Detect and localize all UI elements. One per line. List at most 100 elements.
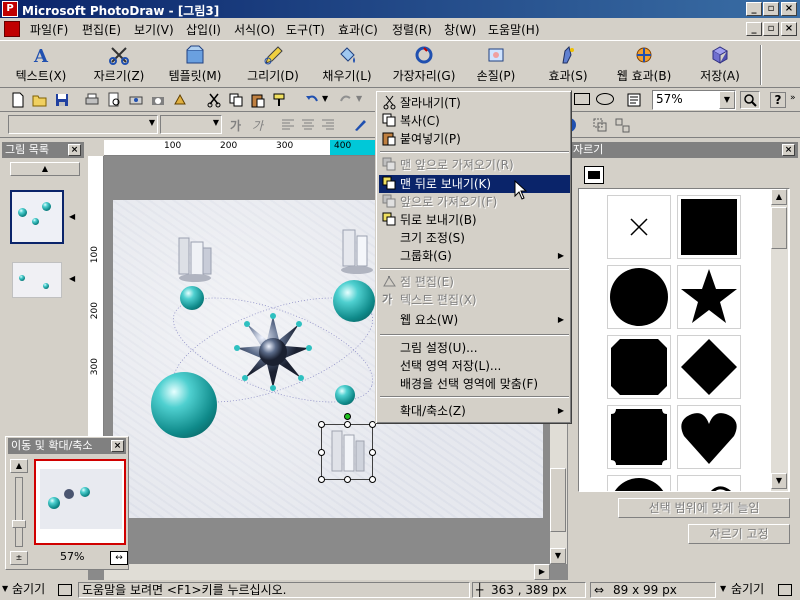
ctx-picture-setup[interactable]: 그림 설정(U)... [379, 339, 570, 357]
crop-shape-cell[interactable] [607, 195, 671, 259]
menu-view[interactable]: 보기(V) [134, 21, 174, 38]
font-name-combo[interactable]: ▼ [8, 115, 158, 134]
crop-shape-tab[interactable] [584, 166, 604, 184]
pen-icon[interactable] [352, 117, 368, 133]
cyan-sphere-medium[interactable] [333, 280, 375, 322]
menu-file[interactable]: 파일(F) [30, 21, 68, 38]
draw-tool-button[interactable]: 그리기(D) [238, 43, 308, 87]
cut-icon[interactable] [206, 92, 222, 108]
ctx-edit-points[interactable]: 점 편집(E) [379, 273, 570, 291]
minimize-button[interactable]: _ [746, 2, 762, 16]
maximize-button[interactable]: ▫ [763, 2, 779, 16]
bold-icon[interactable]: 가 [230, 117, 241, 134]
crop-shape-cell[interactable] [677, 405, 741, 469]
font-size-dropdown-icon[interactable]: ▼ [213, 118, 219, 127]
cosmetic-bottles-image[interactable] [173, 236, 217, 284]
rotate-handle[interactable] [344, 413, 351, 420]
menu-insert[interactable]: 삽입(I) [186, 21, 221, 38]
ctx-web-element[interactable]: 웹 요소(W) ▶ [379, 311, 570, 329]
paste-icon[interactable] [250, 92, 266, 108]
resize-handle[interactable] [369, 449, 376, 456]
gallery-scroll-up[interactable]: ▲ [771, 189, 787, 205]
text-tool-button[interactable]: A 텍스트(X) [6, 43, 76, 87]
lock-crop-button[interactable]: 자르기 고정 [688, 524, 790, 544]
thumbnail-1-arrow-icon[interactable]: ◀ [69, 212, 75, 221]
hide-right-button[interactable]: 숨기기 [731, 582, 764, 598]
photodraw-app-icon[interactable]: P [2, 1, 18, 17]
effects-tool-button[interactable]: 효과(S) [540, 43, 596, 87]
doc-minimize-button[interactable]: _ [746, 22, 762, 36]
menu-format[interactable]: 서식(O) [234, 21, 275, 38]
zoom-dropdown-icon[interactable]: ▼ [719, 91, 735, 109]
crop-shape-cell[interactable] [677, 335, 741, 399]
vscroll-thumb[interactable] [550, 468, 566, 532]
resize-handle[interactable] [318, 476, 325, 483]
ctx-save-selection[interactable]: 선택 영역 저장(L)... [379, 357, 570, 375]
selected-picture[interactable] [318, 413, 376, 483]
picture-thumbnail-2[interactable] [12, 262, 62, 298]
ctx-send-backward[interactable]: 뒤로 보내기(B) [379, 211, 570, 229]
save-tool-button[interactable]: 저장(A) [690, 43, 750, 87]
font-name-dropdown-icon[interactable]: ▼ [149, 118, 155, 127]
crop-panel-close-button[interactable]: × [782, 144, 795, 156]
cyan-sphere-small[interactable] [180, 286, 204, 310]
ctx-bring-forward[interactable]: 앞으로 가져오기(F) [379, 193, 570, 211]
zoom-out-button[interactable]: ± [10, 551, 28, 565]
fill-tool-button[interactable]: 채우기(L) [312, 43, 382, 87]
doc-restore-button[interactable]: ▫ [763, 22, 779, 36]
crop-shape-cell[interactable] [607, 265, 671, 329]
menu-window[interactable]: 창(W) [444, 21, 476, 38]
menu-effects[interactable]: 효과(C) [338, 21, 378, 38]
ctx-paste[interactable]: 붙여넣기(P) [379, 130, 570, 148]
crop-shape-cell[interactable] [607, 405, 671, 469]
menu-help[interactable]: 도움말(H) [488, 21, 540, 38]
cyan-sphere-tiny[interactable] [335, 385, 355, 405]
resize-handle[interactable] [344, 476, 351, 483]
stretch-to-fit-button[interactable]: 선택 범위에 맞게 늘임 [618, 498, 790, 518]
ctx-fit-background[interactable]: 배경을 선택 영역에 맞춤(F) [379, 375, 570, 393]
fit-view-button[interactable]: ↔ [110, 551, 128, 565]
print-icon[interactable] [84, 92, 100, 108]
crop-shape-cell[interactable] [677, 265, 741, 329]
panel-toggle-right-icon[interactable] [778, 584, 792, 596]
redo-dropdown-icon[interactable]: ▼ [356, 94, 362, 103]
save-icon[interactable] [54, 92, 70, 108]
camera-icon[interactable] [150, 92, 166, 108]
ctx-zoom[interactable]: 확대/축소(Z) ▶ [379, 402, 570, 420]
ellipse-shape-icon[interactable] [596, 93, 614, 105]
pan-zoom-preview[interactable] [34, 459, 126, 545]
group-icon[interactable] [592, 117, 608, 133]
align-right-icon[interactable] [320, 117, 336, 133]
ctx-resize[interactable]: 크기 조정(S) [379, 229, 570, 247]
hscroll-right[interactable]: ▶ [534, 564, 550, 580]
toolbar-more-icon[interactable]: » [790, 93, 796, 103]
open-icon[interactable] [32, 92, 48, 108]
zoom-fit-button[interactable] [740, 91, 760, 109]
cyan-sphere-large[interactable] [151, 372, 217, 438]
hide-right-arrow-icon[interactable]: ▼ [720, 584, 726, 593]
web-effects-tool-button[interactable]: 웹 효과(B) [608, 43, 680, 87]
ctx-copy[interactable]: 복사(C) [379, 112, 570, 130]
menu-arrange[interactable]: 정렬(R) [392, 21, 432, 38]
document-icon[interactable] [4, 21, 20, 37]
hide-left-button[interactable]: 숨기기 [12, 582, 45, 598]
scan-icon[interactable] [128, 92, 144, 108]
picture-thumbnail-1[interactable] [10, 190, 64, 244]
ungroup-icon[interactable] [614, 117, 630, 133]
gallery-scrollbar[interactable]: ▲ ▼ [771, 189, 788, 491]
doc-close-button[interactable]: × [781, 22, 797, 36]
crop-shape-cell[interactable] [607, 475, 671, 491]
resize-handle[interactable] [344, 421, 351, 428]
thumbnail-2-arrow-icon[interactable]: ◀ [69, 274, 75, 283]
workspace-hscrollbar[interactable]: ▶ [104, 564, 550, 580]
format-painter-icon[interactable] [272, 92, 288, 108]
resize-handle[interactable] [369, 476, 376, 483]
crop-shape-cell[interactable] [607, 335, 671, 399]
ctx-send-to-back[interactable]: 맨 뒤로 보내기(K) [379, 175, 570, 193]
gallery-scroll-thumb[interactable] [771, 207, 787, 249]
new-icon[interactable] [10, 92, 26, 108]
zoom-slider-track[interactable] [12, 477, 26, 547]
crop-shape-cell[interactable] [677, 475, 741, 491]
align-left-icon[interactable] [280, 117, 296, 133]
copy-icon[interactable] [228, 92, 244, 108]
